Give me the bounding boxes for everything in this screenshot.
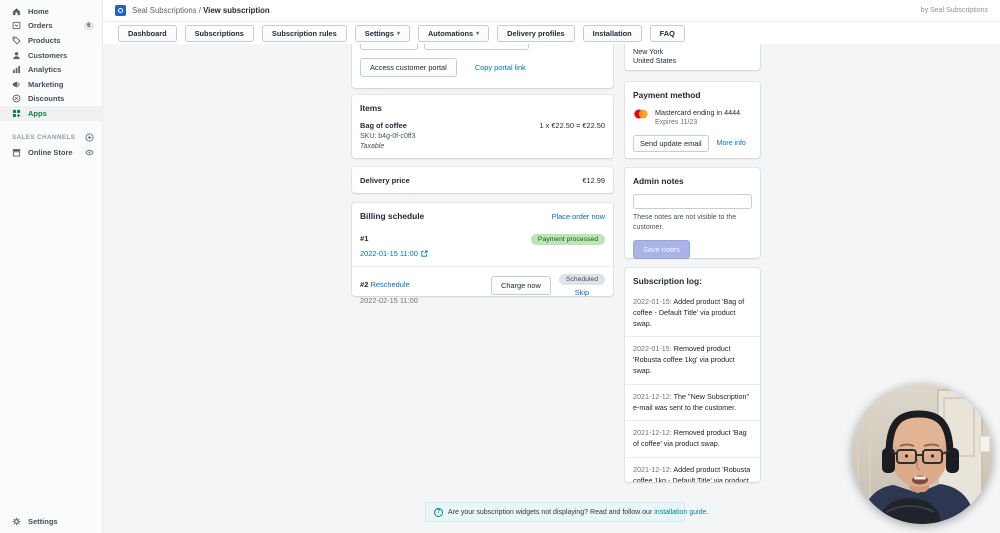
tab-installation[interactable]: Installation xyxy=(583,25,642,42)
seal-app-icon xyxy=(115,5,126,16)
billing-row-date: 2022-02-15 11:00 xyxy=(360,296,418,305)
sidebar-item-products[interactable]: Products xyxy=(0,33,102,48)
payment-method-title: Payment method xyxy=(633,90,752,100)
sidebar-item-settings[interactable]: Settings xyxy=(0,514,102,529)
home-icon xyxy=(12,7,21,16)
add-sales-channel-button[interactable] xyxy=(85,133,94,142)
product-price-line: 1 x €22.50 = €22.50 xyxy=(539,121,605,130)
sidebar-item-home[interactable]: Home xyxy=(0,4,102,19)
admin-notes-helper: These notes are not visible to the custo… xyxy=(633,213,752,233)
app-header: Seal Subscriptions / View subscription b… xyxy=(103,0,1000,22)
tab-subscriptions[interactable]: Subscriptions xyxy=(185,25,254,42)
sidebar-item-customers[interactable]: Customers xyxy=(0,48,102,63)
webcam-overlay xyxy=(852,384,992,524)
items-title: Items xyxy=(360,103,605,113)
sidebar-item-marketing[interactable]: Marketing xyxy=(0,77,102,92)
banner-text: Are your subscription widgets not displa… xyxy=(448,509,652,516)
cutoff-button[interactable] xyxy=(360,44,418,50)
tag-icon xyxy=(12,36,21,45)
subscription-log-card: Subscription log: 2022-01-15: Added prod… xyxy=(625,268,760,482)
delivery-price-card: Delivery price €12.99 xyxy=(352,167,613,193)
tab-delivery-profiles[interactable]: Delivery profiles xyxy=(497,25,575,42)
tab-dashboard[interactable]: Dashboard xyxy=(118,25,177,42)
orders-count-badge: 6 xyxy=(84,22,94,30)
scheduled-badge: Scheduled xyxy=(559,274,605,285)
delivery-price-value: €12.99 xyxy=(582,176,605,185)
more-info-link[interactable]: More info xyxy=(717,140,746,147)
sidebar-item-analytics[interactable]: Analytics xyxy=(0,62,102,77)
payment-method-card: Payment method Mastercard ending in 4444… xyxy=(625,82,760,158)
external-link-icon xyxy=(421,250,428,257)
payment-expires: Expires 11/23 xyxy=(655,119,740,126)
view-store-eye-icon[interactable] xyxy=(85,148,94,157)
reschedule-link[interactable]: Reschedule xyxy=(371,280,410,289)
subscription-log-title: Subscription log: xyxy=(625,268,760,290)
billing-schedule-title: Billing schedule xyxy=(360,211,424,221)
payment-status-badge: Payment processed xyxy=(531,234,605,245)
skip-link[interactable]: Skip xyxy=(575,288,589,297)
billing-date-link[interactable]: 2022-01-15 11:00 xyxy=(360,249,418,258)
shopify-sidebar: Home Orders 6 Products Customers Analyti… xyxy=(0,0,103,533)
storefront-icon xyxy=(12,148,21,157)
chevron-down-icon: ▾ xyxy=(476,30,479,37)
product-name: Bag of coffee xyxy=(360,121,407,130)
orders-icon xyxy=(12,21,21,30)
billing-row-number: #1 xyxy=(360,234,368,243)
admin-notes-title: Admin notes xyxy=(633,176,752,186)
log-entry: 2022-01-15: Added product 'Bag of coffee… xyxy=(625,290,760,336)
billing-row-1: #1 2022-01-15 11:00 Payment processed xyxy=(352,223,613,266)
tab-faq[interactable]: FAQ xyxy=(650,25,685,42)
save-notes-button[interactable]: Save notes xyxy=(633,240,690,259)
delivery-price-label: Delivery price xyxy=(360,176,410,185)
place-order-now-link[interactable]: Place order now xyxy=(552,212,605,221)
billing-schedule-card: Billing schedule Place order now #1 2022… xyxy=(352,203,613,296)
sidebar-item-orders[interactable]: Orders 6 xyxy=(0,19,102,34)
installation-help-banner: ? Are your subscription widgets not disp… xyxy=(425,502,685,522)
log-entry: 2021-12-12: Added product 'Robusta coffe… xyxy=(625,458,760,482)
app-tab-bar: Dashboard Subscriptions Subscription rul… xyxy=(103,22,1000,44)
address-country: United States xyxy=(633,56,752,66)
presenter-video xyxy=(852,384,992,524)
log-entry: 2022-01-15: Removed product 'Robusta cof… xyxy=(625,337,760,383)
chevron-down-icon: ▾ xyxy=(397,30,400,37)
app-byline: by Seal Subscriptions xyxy=(921,7,988,14)
billing-row-number: #2 xyxy=(360,280,368,289)
shipping-address-card: New York United States xyxy=(625,44,760,70)
sales-channels-header: SALES CHANNELS xyxy=(0,131,102,145)
person-icon xyxy=(12,51,21,60)
admin-notes-card: Admin notes These notes are not visible … xyxy=(625,168,760,258)
breadcrumb-app-name[interactable]: Seal Subscriptions xyxy=(132,6,197,15)
gear-icon xyxy=(12,517,21,526)
percent-icon xyxy=(12,94,21,103)
log-entry: 2021-12-12: The "New Subscription" e-mai… xyxy=(625,385,760,421)
mastercard-icon xyxy=(633,109,649,119)
items-card: Items Bag of coffee 1 x €22.50 = €22.50 … xyxy=(352,95,613,158)
breadcrumb: Seal Subscriptions / View subscription xyxy=(132,6,270,15)
payment-method-text: Mastercard ending in 4444 xyxy=(655,108,740,117)
page-title: View subscription xyxy=(203,6,270,15)
sidebar-item-online-store[interactable]: Online Store xyxy=(0,145,102,160)
cutoff-button[interactable] xyxy=(424,44,529,50)
question-mark-icon: ? xyxy=(434,508,443,517)
customer-portal-card: Access customer portal Copy portal link xyxy=(352,44,613,88)
billing-row-2: #2 Reschedule 2022-02-15 11:00 Charge no… xyxy=(352,267,613,312)
tab-settings[interactable]: Settings▾ xyxy=(355,25,410,42)
log-entry: 2021-12-12: Removed product 'Bag of coff… xyxy=(625,421,760,457)
admin-notes-input[interactable] xyxy=(633,194,752,209)
bar-chart-icon xyxy=(12,65,21,74)
copy-portal-link[interactable]: Copy portal link xyxy=(475,63,526,72)
tab-subscription-rules[interactable]: Subscription rules xyxy=(262,25,347,42)
send-update-email-button[interactable]: Send update email xyxy=(633,135,709,152)
product-tax-status: Taxable xyxy=(360,143,605,150)
product-sku: SKU: b4g-0f-c0ff3 xyxy=(360,133,605,140)
access-customer-portal-button[interactable]: Access customer portal xyxy=(360,58,457,77)
megaphone-icon xyxy=(12,80,21,89)
sidebar-item-apps[interactable]: Apps xyxy=(0,106,102,121)
installation-guide-link[interactable]: installation guide xyxy=(654,509,706,516)
address-city: New York xyxy=(633,47,752,57)
tab-automations[interactable]: Automations▾ xyxy=(418,25,489,42)
sidebar-item-discounts[interactable]: Discounts xyxy=(0,92,102,107)
charge-now-button[interactable]: Charge now xyxy=(491,276,551,295)
apps-grid-icon xyxy=(12,109,21,118)
